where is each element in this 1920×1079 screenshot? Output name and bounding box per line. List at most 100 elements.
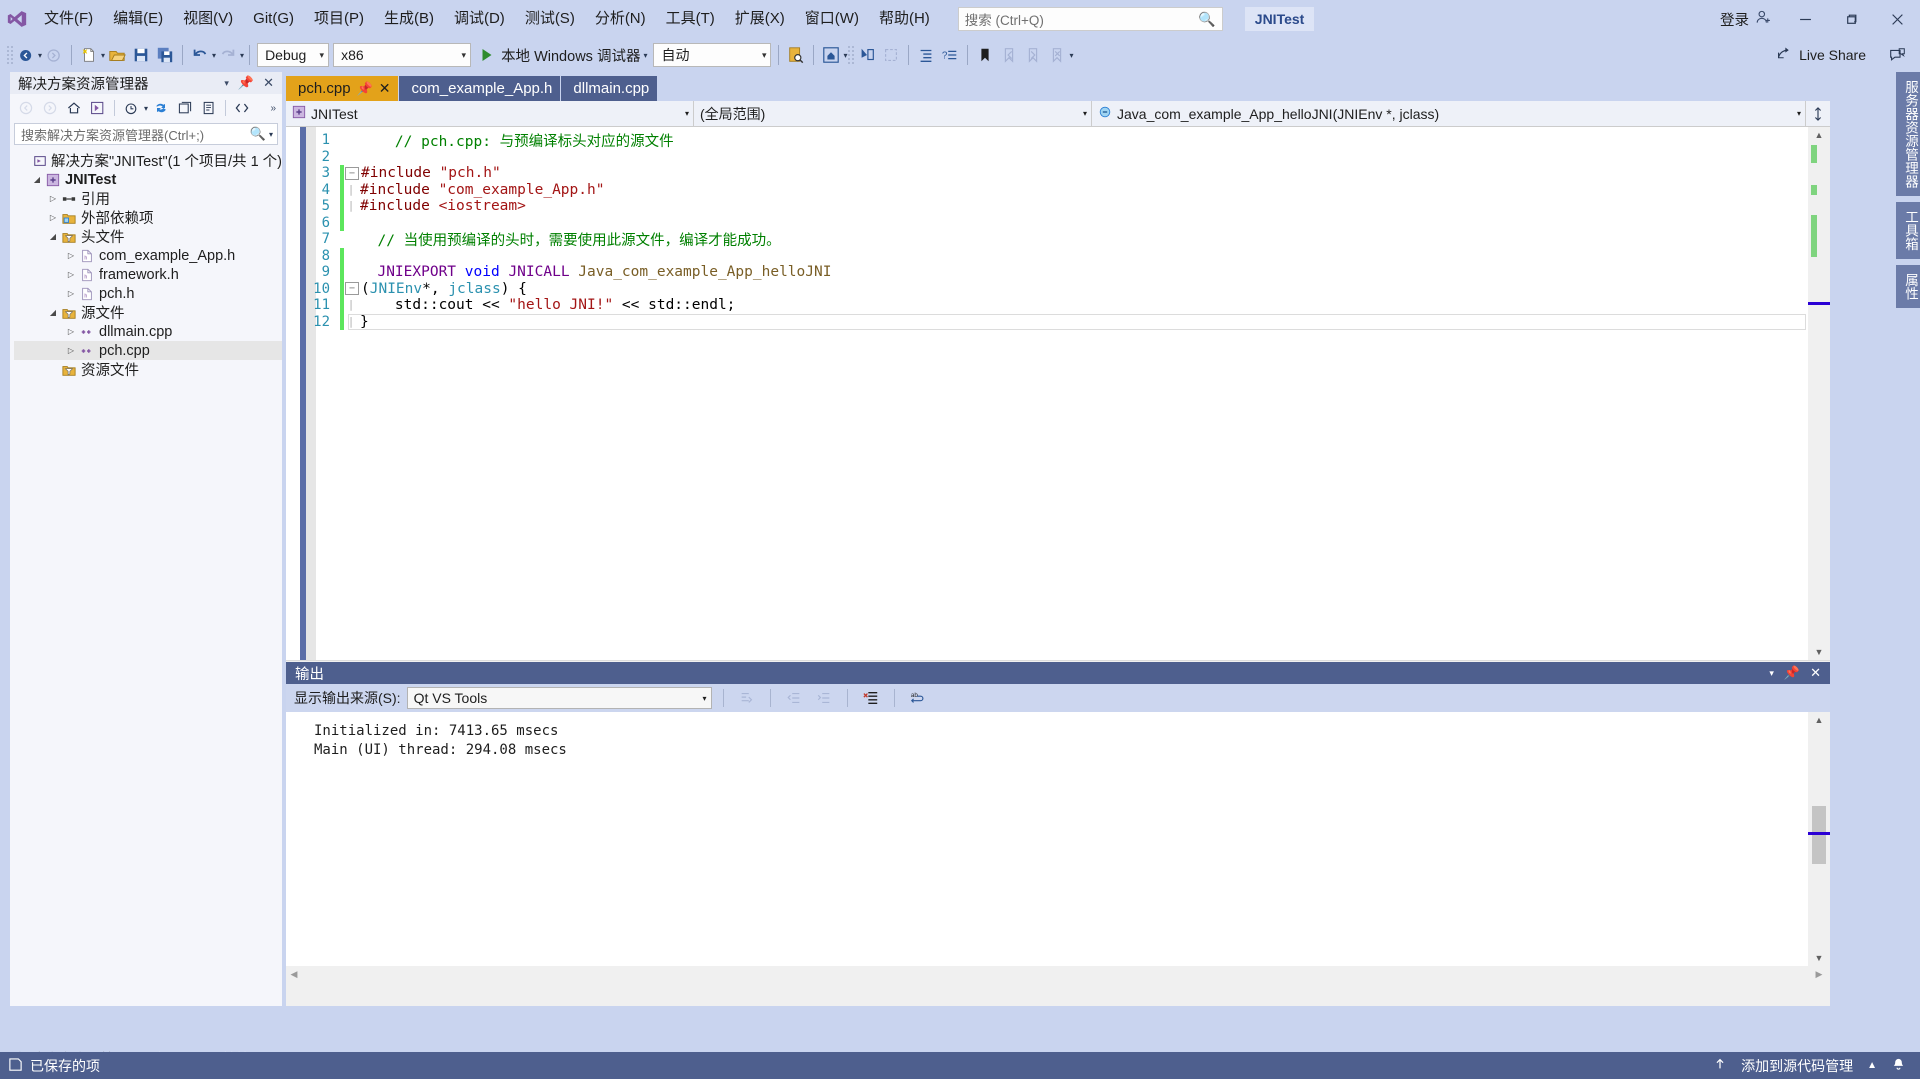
panel-menu-icon[interactable]: ▾ <box>1769 668 1774 679</box>
se-collapse-all-icon[interactable] <box>174 97 196 119</box>
tree-expander[interactable]: ▷ <box>46 213 60 222</box>
solution-home-icon[interactable] <box>819 42 843 68</box>
menu-git[interactable]: Git(G) <box>243 4 304 34</box>
se-overflow-icon[interactable]: » <box>270 103 277 114</box>
menu-window[interactable]: 窗口(W) <box>795 4 869 34</box>
save-all-icon[interactable] <box>153 42 177 68</box>
scroll-right-icon[interactable]: ▶ <box>1808 966 1830 982</box>
tree-expander[interactable]: ◢ <box>46 232 60 241</box>
indent-icon[interactable] <box>914 42 938 68</box>
tree-expander[interactable]: ▷ <box>46 194 60 203</box>
menu-build[interactable]: 生成(B) <box>374 4 444 34</box>
code-editor-surface[interactable]: 1 // pch.cpp: 与预编译标头对应的源文件 2 3−#include … <box>286 127 1830 660</box>
fold-marker[interactable]: | <box>344 297 358 313</box>
minimize-button[interactable] <box>1782 0 1828 38</box>
scroll-up-icon[interactable]: ▲ <box>1808 712 1830 728</box>
tree-item-references[interactable]: ▷ 引用 <box>14 189 282 208</box>
editor-vertical-scrollbar[interactable]: ▲ ▼ <box>1808 127 1830 660</box>
clear-all-icon[interactable] <box>859 687 883 709</box>
close-button[interactable] <box>1874 0 1920 38</box>
solution-configuration-combo[interactable]: Debug ▾ <box>257 43 329 67</box>
scroll-up-icon[interactable]: ▲ <box>1808 127 1830 143</box>
output-text-area[interactable]: Initialized in: 7413.65 msecs Main (UI) … <box>286 712 1830 982</box>
editor-tab-com-example-app-h[interactable]: com_example_App.h <box>399 76 560 101</box>
tree-expander[interactable]: ◢ <box>30 175 44 184</box>
scroll-down-icon[interactable]: ▼ <box>1808 950 1830 966</box>
output-vertical-scrollbar[interactable]: ▲ ▼ ▶ <box>1808 712 1830 982</box>
tree-expander[interactable]: ▷ <box>64 346 78 355</box>
find-in-files-icon[interactable] <box>784 42 808 68</box>
feedback-icon[interactable] <box>1874 36 1920 74</box>
right-tab-toolbox[interactable]: 工具箱 <box>1896 202 1920 259</box>
tree-expander[interactable]: ▷ <box>64 251 78 260</box>
output-horizontal-scrollbar[interactable]: ◀ <box>286 966 1808 982</box>
tree-expander[interactable]: ▷ <box>64 289 78 298</box>
se-home-icon[interactable] <box>63 97 85 119</box>
tree-item-header-files[interactable]: ◢ 头文件 <box>14 227 282 246</box>
wordwrap-icon[interactable]: ab <box>906 687 930 709</box>
split-window-icon[interactable] <box>1806 101 1830 126</box>
prev-msg-icon[interactable] <box>782 687 806 709</box>
output-source-combo[interactable]: Qt VS Tools ▾ <box>407 687 712 709</box>
panel-menu-icon[interactable]: ▾ <box>224 78 229 89</box>
next-msg-icon[interactable] <box>812 687 836 709</box>
se-show-all-files-icon[interactable] <box>231 97 253 119</box>
scroll-down-icon[interactable]: ▼ <box>1808 644 1830 660</box>
scroll-thumb[interactable] <box>1812 806 1826 864</box>
close-icon[interactable]: ✕ <box>263 75 274 91</box>
jump-to-icon[interactable] <box>735 687 759 709</box>
se-forward-icon[interactable] <box>39 97 61 119</box>
editor-tab-dllmain-cpp[interactable]: dllmain.cpp <box>561 76 657 101</box>
fold-marker[interactable]: | <box>344 198 358 214</box>
nav-member-combo[interactable]: Java_com_example_App_helloJNI(JNIEnv *, … <box>1092 101 1806 126</box>
tree-item-pch-cpp[interactable]: ▷ pch.cpp <box>14 341 282 360</box>
tree-item-framework-h[interactable]: ▷ h framework.h <box>14 265 282 284</box>
menu-file[interactable]: 文件(F) <box>34 4 103 34</box>
menu-test[interactable]: 测试(S) <box>515 4 585 34</box>
tree-item-pch-h[interactable]: ▷ h pch.h <box>14 284 282 303</box>
se-properties-icon[interactable] <box>198 97 220 119</box>
navigate-forward-button[interactable] <box>42 42 66 68</box>
navigate-to-icon[interactable] <box>855 42 879 68</box>
menu-tools[interactable]: 工具(T) <box>656 4 725 34</box>
fold-marker[interactable]: | <box>344 314 358 330</box>
tree-expander[interactable]: ▷ <box>64 270 78 279</box>
toolbar-overflow-icon[interactable]: ▾ <box>1069 51 1073 60</box>
menu-help[interactable]: 帮助(H) <box>869 4 940 34</box>
pin-icon[interactable]: 📌 <box>357 81 373 97</box>
pin-icon[interactable]: 📌 <box>238 75 254 91</box>
se-back-icon[interactable] <box>15 97 37 119</box>
quick-replace-icon[interactable]: ? <box>938 42 962 68</box>
se-switch-view-icon[interactable] <box>87 97 109 119</box>
se-pending-changes-icon[interactable] <box>120 97 142 119</box>
menu-debug[interactable]: 调试(D) <box>444 4 515 34</box>
open-file-icon[interactable] <box>105 42 129 68</box>
source-control-dropdown-icon[interactable]: ▲ <box>1867 1060 1877 1071</box>
tree-item-solution[interactable]: 解决方案"JNITest"(1 个项目/共 1 个) <box>14 151 282 170</box>
toolbar-grip[interactable] <box>6 45 14 65</box>
redo-icon[interactable] <box>216 42 240 68</box>
solution-explorer-search-input[interactable]: 搜索解决方案资源管理器(Ctrl+;) 🔍▾ <box>14 123 278 145</box>
start-debugging-button[interactable] <box>473 42 497 68</box>
pin-icon[interactable]: 📌 <box>1784 665 1800 681</box>
live-share-button[interactable]: Live Share <box>1768 45 1874 65</box>
debug-auto-combo[interactable]: 自动 ▾ <box>653 43 771 67</box>
navigate-backward-button[interactable] <box>14 42 38 68</box>
menu-analyze[interactable]: 分析(N) <box>585 4 656 34</box>
sign-in-button[interactable]: 登录 <box>1710 9 1782 30</box>
fold-marker[interactable]: − <box>345 167 359 180</box>
prev-bookmark-icon[interactable] <box>997 42 1021 68</box>
fold-marker[interactable]: − <box>345 282 359 295</box>
toolbar-grip-2[interactable] <box>847 45 855 65</box>
comment-block-icon[interactable] <box>879 42 903 68</box>
tree-item-project[interactable]: ◢ JNITest <box>14 170 282 189</box>
source-control-label[interactable]: 添加到源代码管理 <box>1741 1056 1853 1076</box>
scroll-left-icon[interactable]: ◀ <box>286 966 302 982</box>
editor-tab-pch-cpp[interactable]: pch.cpp 📌 ✕ <box>286 76 398 101</box>
se-pending-dropdown-icon[interactable]: ▾ <box>144 104 148 113</box>
tree-item-external-deps[interactable]: ▷ 外部依赖项 <box>14 208 282 227</box>
menu-extensions[interactable]: 扩展(X) <box>725 4 795 34</box>
se-refresh-icon[interactable] <box>150 97 172 119</box>
next-bookmark-icon[interactable] <box>1021 42 1045 68</box>
menu-edit[interactable]: 编辑(E) <box>103 4 173 34</box>
